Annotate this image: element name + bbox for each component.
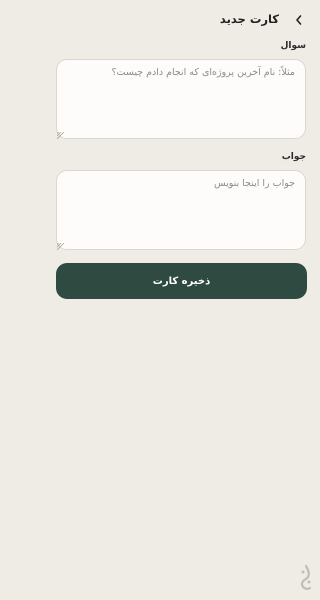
back-button[interactable] — [291, 12, 307, 28]
page-title: کارت جدید — [219, 12, 279, 26]
header-bar: کارت جدید — [43, 10, 320, 32]
app-logo — [300, 564, 312, 590]
save-card-button[interactable]: ذخیره کارت — [56, 263, 307, 299]
chevron-icon — [296, 15, 302, 25]
question-field[interactable] — [56, 59, 306, 139]
answer-label: جواب — [281, 152, 306, 162]
answer-field[interactable] — [56, 170, 306, 250]
question-label: سوال — [280, 41, 306, 51]
